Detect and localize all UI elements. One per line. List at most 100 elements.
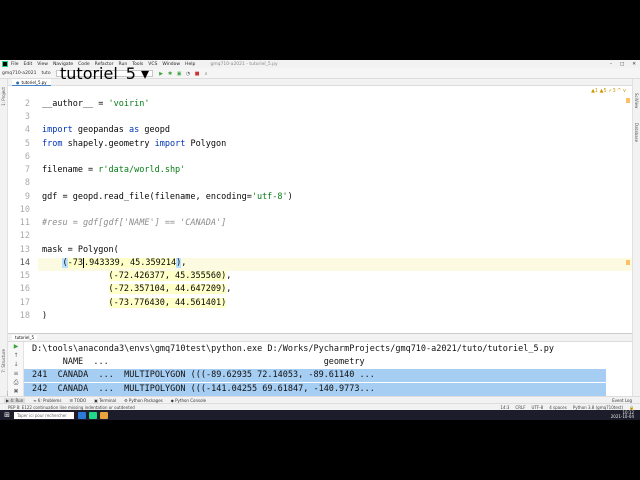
code-line: (-72.426377, 45.355560), [108, 271, 232, 281]
editor-tabs: ● tutoriel_5.py [8, 79, 632, 86]
minimize-icon[interactable]: – [610, 62, 612, 67]
code-line: (-72.357104, 44.647209), [108, 284, 232, 294]
soft-wrap-icon[interactable]: ≡ [13, 371, 19, 377]
breadcrumb-folder[interactable]: tuto [42, 71, 51, 76]
console-command: D:\tools\anaconda3\envs\gmq710test\pytho… [32, 344, 554, 354]
code-line: import geopandas as geopd [42, 125, 170, 135]
menu-help[interactable]: Help [185, 62, 195, 67]
code-line-comment: #resu = gdf[gdf['NAME'] == 'CANADA'] [42, 218, 227, 228]
run-config-select[interactable]: tutoriel_5 ▾ [56, 64, 154, 83]
line-number: 4 [24, 125, 30, 135]
down-arrow-icon[interactable]: ↓ [13, 362, 19, 368]
maximize-icon[interactable]: □ [620, 62, 624, 67]
debug-icon[interactable]: ✱ [166, 70, 174, 77]
run-toolbar: tutoriel_5 ▾ ▶ ✱ ▣ ◔ ■ ⌕ [56, 64, 211, 83]
code-line-current: (-73.943339, 45.359214), [62, 258, 187, 268]
run-side-toolbar: ▶ ↑ ↓ ≡ ⎙ ✖ [8, 342, 24, 397]
menu-view[interactable]: View [37, 62, 48, 67]
menu-edit[interactable]: Edit [24, 62, 33, 67]
line-number: 13 [19, 245, 30, 255]
line-number: 18 [19, 311, 30, 321]
rerun-icon[interactable]: ▶ [13, 344, 19, 350]
pycharm-logo-icon [2, 61, 8, 67]
tool-tab-todo[interactable]: ☰ TODO [69, 398, 86, 403]
tool-tab-python-packages[interactable]: ⚙ Python Packages [124, 398, 163, 403]
line-number: 11 [19, 218, 30, 228]
menu-window[interactable]: Window [162, 62, 180, 67]
left-tool-strip: 1: Project 7: Structure 2: Favorites [0, 79, 11, 409]
clock-date: 2021-10-04 [610, 414, 634, 419]
up-arrow-icon[interactable]: ↑ [13, 353, 19, 359]
run-icon[interactable]: ▶ [157, 70, 165, 77]
menu-vcs[interactable]: VCS [148, 62, 157, 67]
code-line: mask = Polygon( [42, 245, 119, 255]
window-controls: – □ ✕ [610, 62, 636, 67]
run-tab[interactable]: tutoriel_5 [12, 335, 37, 340]
folder-app-icon[interactable] [100, 411, 108, 419]
status-widgets: 14:3 CRLF UTF-8 4 spaces Python 3.8 (gmq… [500, 405, 634, 410]
database-tool-tab[interactable]: Database [634, 123, 639, 142]
line-number-gutter: 2 3 4 5 6 7 8 9 10 11 12 13 14 15 16 17 … [8, 86, 38, 321]
run-header: tutoriel_5 [8, 334, 632, 342]
tool-tab-terminal[interactable]: ▣ Terminal [94, 398, 116, 403]
search-icon[interactable]: ⌕ [202, 70, 210, 77]
console-output-row: 241 CANADA ... MULTIPOLYGON (((-89.62935… [32, 370, 375, 380]
windows-start-icon[interactable]: ⊞ [3, 411, 11, 419]
window-title: gmq710-a2021 - tutoriel_5.py [210, 61, 278, 67]
tool-tab-problems[interactable]: ≡ 6: Problems [33, 398, 61, 403]
pycharm-app-icon[interactable] [89, 411, 97, 419]
tab-tutoriel-5[interactable]: ● tutoriel_5.py [12, 79, 51, 86]
code-line: gdf = geopd.read_file(filename, encoding… [42, 192, 293, 202]
trash-icon[interactable]: ✖ [13, 389, 19, 395]
line-number: 8 [24, 178, 30, 188]
menu-file[interactable]: File [11, 62, 19, 67]
tool-tab-run[interactable]: ▶ 4: Run [4, 397, 26, 403]
print-icon[interactable]: ⎙ [13, 380, 19, 386]
taskbar-clock[interactable]: 10:12 2021-10-04 [610, 410, 634, 420]
structure-tool-tab[interactable]: 7: Structure [1, 349, 6, 373]
line-separator[interactable]: CRLF [515, 405, 525, 410]
code-editor[interactable]: ▲1 ▲5 ✓3 ^ v __author__ = 'voirin' impor… [38, 86, 632, 321]
code-line: ) [42, 311, 48, 321]
console-header-row: NAME ... geometry [32, 357, 365, 367]
sciview-tool-tab[interactable]: SciView [634, 93, 639, 108]
line-number-current: 14 [19, 258, 30, 268]
taskbar-search-input[interactable]: Taper ici pour rechercher [14, 411, 74, 419]
pycharm-window: File Edit View Navigate Code Refactor Ru… [0, 60, 640, 420]
lock-icon[interactable]: 🔒 [629, 405, 634, 410]
right-tool-strip: SciView Database [632, 79, 640, 409]
indent-setting[interactable]: 4 spaces [549, 405, 567, 410]
line-number: 15 [19, 271, 30, 281]
inspection-indicator[interactable]: ▲1 ▲5 ✓3 ^ v [591, 88, 626, 94]
project-tool-tab[interactable]: 1: Project [1, 87, 6, 106]
coverage-icon[interactable]: ▣ [175, 70, 183, 77]
code-line: from shapely.geometry import Polygon [42, 139, 227, 149]
explorer-app-icon[interactable] [78, 411, 86, 419]
caret-position[interactable]: 14:3 [500, 405, 509, 410]
line-number: 3 [24, 112, 30, 122]
code-line: filename = r'data/world.shp' [42, 165, 186, 175]
tool-tab-python-console[interactable]: ◆ Python Console [171, 398, 206, 403]
code-line: (-73.776430, 44.561401) [108, 298, 227, 308]
event-log-button[interactable]: Event Log [612, 398, 632, 403]
stop-icon[interactable]: ■ [193, 70, 201, 77]
line-number: 17 [19, 298, 30, 308]
warning-stripe-marker[interactable] [626, 98, 630, 103]
run-tool-window: tutoriel_5 ▶ ↑ ↓ ≡ ⎙ ✖ D:\tools\anaconda… [8, 333, 632, 397]
line-number: 10 [19, 205, 30, 215]
close-icon[interactable]: ✕ [632, 62, 636, 67]
profile-icon[interactable]: ◔ [184, 70, 192, 77]
warning-stripe-marker[interactable] [626, 260, 630, 265]
line-number: 9 [24, 192, 30, 202]
windows-taskbar: ⊞ Taper ici pour rechercher 10:12 2021-1… [0, 410, 640, 420]
line-number: 5 [24, 139, 30, 149]
line-number: 16 [19, 284, 30, 294]
status-bar: PEP 8: E122 continuation line missing in… [0, 403, 640, 410]
line-number: 7 [24, 165, 30, 175]
file-encoding[interactable]: UTF-8 [532, 405, 544, 410]
breadcrumb-project[interactable]: gmq710-a2021 [2, 71, 37, 76]
python-interpreter[interactable]: Python 3.8 (gmq710test) [573, 405, 623, 410]
console-output-row: 242 CANADA ... MULTIPOLYGON (((-141.0425… [32, 384, 375, 394]
line-number: 2 [24, 99, 30, 109]
python-file-icon: ● [16, 79, 20, 85]
